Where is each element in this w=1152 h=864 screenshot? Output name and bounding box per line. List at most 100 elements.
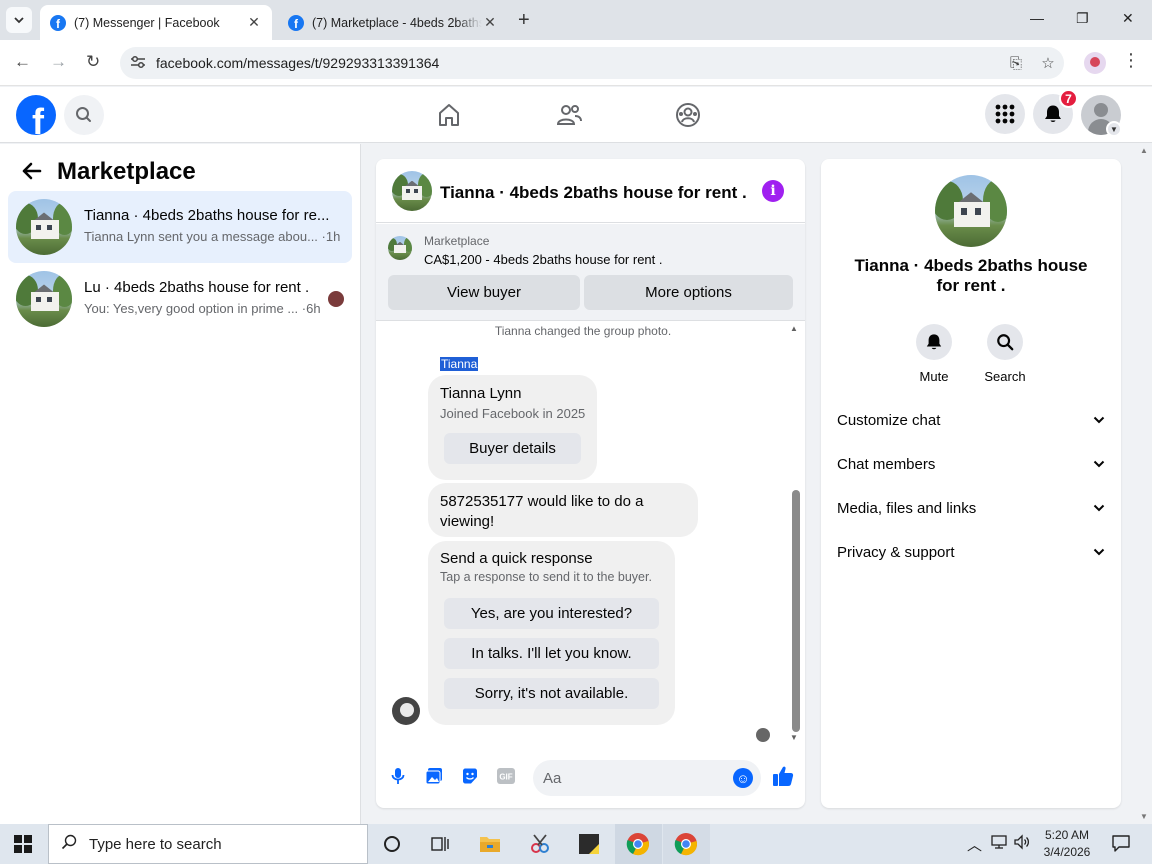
sender-avatar[interactable] <box>392 697 420 725</box>
taskbar-search-box[interactable]: Type here to search <box>48 824 368 864</box>
photo-icon[interactable] <box>424 766 444 786</box>
menu-button[interactable] <box>985 94 1025 134</box>
facebook-search-button[interactable] <box>64 95 104 135</box>
more-options-button[interactable]: More options <box>584 275 793 310</box>
listing-thumbnail <box>16 199 72 255</box>
sticker-icon[interactable] <box>460 766 480 786</box>
chat-profile-picture[interactable] <box>935 175 1007 247</box>
back-arrow-icon[interactable]: ← <box>14 52 31 72</box>
restore-icon[interactable]: ❐ <box>1076 10 1089 27</box>
mute-button[interactable]: Mute <box>898 324 970 384</box>
taskbar-clock[interactable]: 5:20 AM 3/4/2026 <box>1036 827 1098 861</box>
close-window-icon[interactable]: ✕ <box>1122 10 1134 27</box>
quick-response-subtitle: Tap a response to send it to the buyer. <box>440 570 652 584</box>
friends-nav-button[interactable] <box>555 101 583 129</box>
network-icon[interactable] <box>990 834 1008 854</box>
chrome-profile-icon[interactable] <box>674 832 698 856</box>
message-bubble: 5872535177 would like to do a viewing! <box>428 483 698 537</box>
install-app-icon[interactable]: ⎘ <box>1000 55 1032 72</box>
chat-avatar[interactable] <box>392 171 432 211</box>
scroll-down-arrow[interactable]: ▼ <box>790 733 798 742</box>
mute-label: Mute <box>919 369 949 384</box>
bookmark-star-icon[interactable]: ☆ <box>1032 54 1064 72</box>
view-buyer-button[interactable]: View buyer <box>388 275 580 310</box>
browser-menu-icon[interactable]: ⋮ <box>1122 50 1140 71</box>
minimize-icon[interactable]: — <box>1030 10 1044 26</box>
listing-thumbnail <box>16 271 72 327</box>
tab-search-button[interactable] <box>6 7 32 33</box>
tab-marketplace[interactable]: f (7) Marketplace - 4beds 2baths ✕ <box>278 5 508 40</box>
buyer-details-button[interactable]: Buyer details <box>444 433 581 464</box>
quick-response-option[interactable]: Sorry, it's not available. <box>444 678 659 709</box>
new-tab-button[interactable]: + <box>518 9 530 32</box>
chrome-icon[interactable] <box>626 832 650 856</box>
forward-arrow-icon[interactable]: → <box>50 52 67 72</box>
privacy-support-section[interactable]: Privacy & support <box>837 540 1105 564</box>
windows-start-icon[interactable] <box>14 835 32 853</box>
chevron-down-icon <box>1093 545 1105 559</box>
quick-response-title: Send a quick response <box>440 550 593 567</box>
groups-icon <box>676 103 700 127</box>
emoji-icon[interactable]: ☺ <box>733 768 753 788</box>
quick-response-card: Send a quick response Tap a response to … <box>428 541 675 725</box>
message-input[interactable] <box>543 767 713 789</box>
search-label: Search <box>984 369 1026 384</box>
listing-thumbnail[interactable] <box>388 236 412 260</box>
system-message: Tianna changed the group photo. <box>494 324 672 338</box>
conversation-preview: Tianna Lynn sent you a message abou... ·… <box>84 229 341 244</box>
facebook-favicon-icon: f <box>50 14 66 31</box>
info-icon[interactable]: i <box>762 180 784 202</box>
facebook-logo[interactable]: f <box>16 95 56 135</box>
scroll-down-arrow[interactable]: ▼ <box>1140 812 1148 821</box>
chat-header: Tianna · 4beds 2baths house for rent . i <box>376 159 805 223</box>
grid-menu-icon <box>995 104 1015 124</box>
conversation-preview: You: Yes,very good option in prime ... ·… <box>84 301 321 316</box>
svg-text:GIF: GIF <box>499 773 512 782</box>
close-tab-icon[interactable]: ✕ <box>482 14 498 31</box>
chat-title[interactable]: Tianna · 4beds 2baths house for rent . <box>440 183 747 203</box>
notification-center-icon[interactable] <box>1111 833 1131 857</box>
browser-profile-avatar[interactable] <box>1084 52 1106 74</box>
microphone-icon[interactable] <box>388 766 408 786</box>
chevron-down-icon <box>14 17 24 24</box>
tab-messenger[interactable]: f (7) Messenger | Facebook ✕ <box>40 5 272 40</box>
conversation-item[interactable]: Lu · 4beds 2baths house for rent . You: … <box>8 263 352 335</box>
file-explorer-icon[interactable] <box>478 832 502 856</box>
task-view-icon[interactable] <box>428 832 452 856</box>
close-tab-icon[interactable]: ✕ <box>246 14 262 31</box>
reload-icon[interactable]: ↻ <box>86 52 100 72</box>
thumbs-up-icon[interactable] <box>772 766 794 786</box>
address-bar[interactable]: facebook.com/messages/t/929293313391364 … <box>120 47 1064 79</box>
snipping-tool-icon[interactable] <box>528 832 552 856</box>
chevron-up-icon[interactable]: ︿ <box>967 834 982 855</box>
page-scrollbar[interactable]: ▲ ▼ <box>1137 144 1152 824</box>
back-arrow-icon[interactable] <box>22 160 42 186</box>
chat-scrollbar[interactable] <box>792 490 800 732</box>
sticky-notes-icon[interactable] <box>577 832 601 856</box>
clock-time: 5:20 AM <box>1044 828 1090 842</box>
url-text: facebook.com/messages/t/929293313391364 <box>156 55 440 71</box>
site-settings-icon[interactable] <box>120 55 156 72</box>
customize-chat-section[interactable]: Customize chat <box>837 408 1105 432</box>
conversation-item[interactable]: Tianna · 4beds 2baths house for re... Ti… <box>8 191 352 263</box>
buyer-joined: Joined Facebook in 2025 <box>440 406 586 421</box>
chevron-down-icon <box>1093 501 1105 515</box>
scroll-up-arrow[interactable]: ▲ <box>1140 146 1148 155</box>
gif-icon[interactable]: GIF <box>496 766 516 786</box>
listing-price[interactable]: CA$1,200 - 4beds 2baths house for rent . <box>424 252 663 267</box>
quick-response-option[interactable]: In talks. I'll let you know. <box>444 638 659 669</box>
volume-icon[interactable] <box>1013 834 1031 854</box>
buyer-name: Tianna Lynn <box>440 385 522 402</box>
section-label: Media, files and links <box>837 499 977 517</box>
chat-panel: Tianna · 4beds 2baths house for rent . i… <box>376 159 805 808</box>
chat-members-section[interactable]: Chat members <box>837 452 1105 476</box>
search-in-chat-button[interactable]: Search <box>969 324 1041 384</box>
media-files-links-section[interactable]: Media, files and links <box>837 496 1105 520</box>
taskbar-search-placeholder: Type here to search <box>89 835 222 853</box>
scroll-up-arrow[interactable]: ▲ <box>790 324 798 333</box>
home-nav-button[interactable] <box>435 101 463 129</box>
cortana-icon[interactable] <box>380 832 404 856</box>
groups-nav-button[interactable] <box>674 101 702 129</box>
quick-response-option[interactable]: Yes, are you interested? <box>444 598 659 629</box>
chevron-down-icon[interactable]: ▼ <box>1106 121 1122 137</box>
